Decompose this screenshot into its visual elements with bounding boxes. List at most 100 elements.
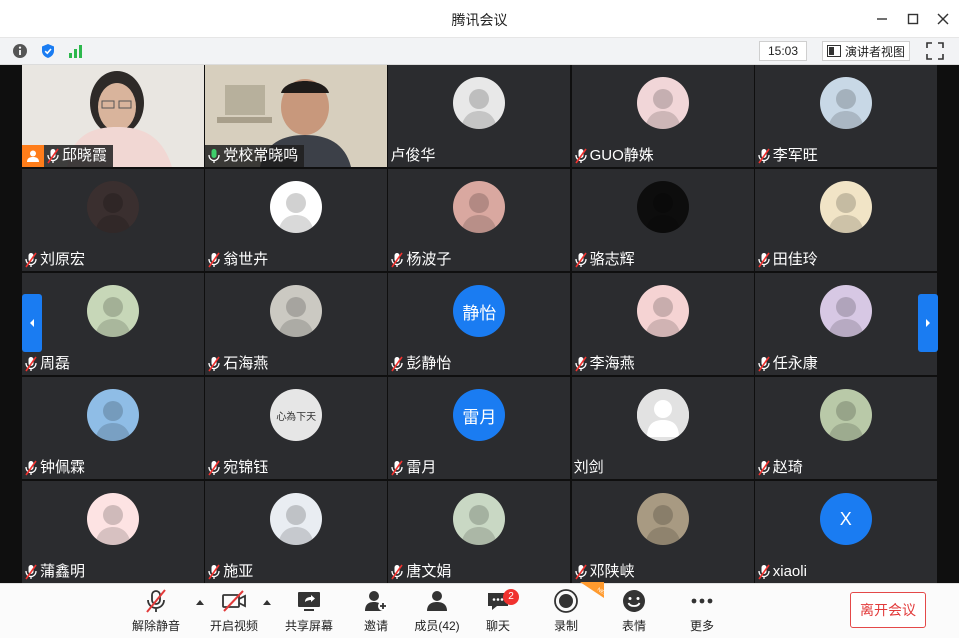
participant-tile[interactable]: 邱晓霞 xyxy=(22,65,204,167)
members-icon xyxy=(427,591,447,611)
participant-name: 田佳玲 xyxy=(772,251,818,268)
mic-active-icon xyxy=(208,149,220,163)
invite-user-icon xyxy=(365,591,388,611)
participant-tile[interactable]: 邓陕峡 xyxy=(571,481,754,583)
participant-tile[interactable]: 蒲鑫明 xyxy=(22,481,204,583)
participant-tile[interactable]: GUO静姝 xyxy=(571,65,754,167)
more-label: 更多 xyxy=(689,619,714,633)
participant-name-bar: 田佳玲 xyxy=(755,249,824,271)
participant-tile[interactable]: Xxiaoli xyxy=(754,481,937,583)
participant-tile[interactable]: 杨波子 xyxy=(388,169,571,271)
participant-profile-picture xyxy=(636,493,689,545)
more-button[interactable]: 更多 xyxy=(672,588,732,636)
participant-tile[interactable]: 刘原宏 xyxy=(22,169,204,271)
participant-tile[interactable]: 骆志辉 xyxy=(571,169,754,271)
prev-page-button[interactable] xyxy=(22,294,42,352)
participant-tile[interactable]: 李海燕 xyxy=(571,273,754,375)
participant-tile[interactable]: 党校常晓鸣 xyxy=(205,65,388,167)
host-badge-icon xyxy=(22,145,44,167)
participant-name-bar: 刘原宏 xyxy=(22,249,91,271)
participant-name: 施亚 xyxy=(223,563,254,580)
participant-tile[interactable]: 唐文娟 xyxy=(388,481,571,583)
participant-tile[interactable]: 翁世卉 xyxy=(205,169,388,271)
participant-name: 刘原宏 xyxy=(40,251,86,268)
chevron-left-icon xyxy=(30,319,34,327)
fullscreen-icon[interactable] xyxy=(926,42,944,60)
participant-name-bar: 卢俊华 xyxy=(388,145,441,167)
mic-muted-icon xyxy=(208,356,220,372)
participant-tile[interactable]: 刘剑 xyxy=(571,377,754,479)
reactions-label: 表情 xyxy=(621,619,646,633)
more-dots-icon xyxy=(691,598,713,604)
participant-name: 宛锦钰 xyxy=(223,459,269,476)
participant-profile-picture xyxy=(453,77,506,129)
participant-tile[interactable]: 施亚 xyxy=(205,481,388,583)
participant-name-bar: 宛锦钰 xyxy=(205,457,274,479)
share-screen-button[interactable]: 共享屏幕 xyxy=(279,588,339,636)
participant-name-bar: 刘剑 xyxy=(572,457,610,479)
share-screen-label: 共享屏幕 xyxy=(284,619,333,633)
participant-name-bar: 彭静怡 xyxy=(388,353,457,375)
mic-muted-icon xyxy=(25,460,37,476)
participant-tile[interactable]: 钟佩霖 xyxy=(22,377,204,479)
reactions-button[interactable]: 表情 xyxy=(604,588,664,636)
invite-label: 邀请 xyxy=(363,619,388,633)
participant-tile[interactable]: 卢俊华 xyxy=(388,65,571,167)
participant-profile-picture xyxy=(270,285,323,337)
participant-name: 彭静怡 xyxy=(406,355,452,372)
chat-button[interactable]: 2 聊天 xyxy=(468,588,528,636)
participant-profile-picture xyxy=(636,77,689,129)
participant-tile[interactable]: 心為下天 宛锦钰 xyxy=(205,377,388,479)
bottom-toolbar: 解除静音 开启视频 共享屏幕 邀请 成员(42) 2 聊天 录制 NEW 表情 … xyxy=(0,582,959,638)
participant-tile[interactable]: 田佳玲 xyxy=(754,169,937,271)
minimize-button[interactable] xyxy=(871,8,893,30)
participant-name-bar: 任永康 xyxy=(755,353,824,375)
mic-muted-icon xyxy=(208,252,220,268)
close-button[interactable] xyxy=(932,8,954,30)
speaker-view-label: 演讲者视图 xyxy=(845,44,906,59)
speaker-view-button[interactable]: 演讲者视图 xyxy=(822,41,910,61)
members-button[interactable]: 成员(42) xyxy=(407,588,467,636)
unmute-button[interactable]: 解除静音 xyxy=(126,588,186,636)
participant-name: 党校常晓鸣 xyxy=(223,147,299,164)
participant-profile-picture xyxy=(819,389,872,441)
mic-muted-icon xyxy=(758,252,770,268)
participant-name-bar: 唐文娟 xyxy=(388,561,457,583)
mic-muted-icon xyxy=(574,356,587,372)
signal-strength-icon[interactable] xyxy=(68,43,84,59)
maximize-button[interactable] xyxy=(902,8,924,30)
mic-muted-icon xyxy=(391,460,404,476)
info-icon[interactable] xyxy=(12,43,28,59)
participant-name: 杨波子 xyxy=(406,251,452,268)
next-page-button[interactable] xyxy=(918,294,938,352)
video-options-caret-icon[interactable] xyxy=(262,598,272,606)
mic-muted-icon xyxy=(391,252,404,268)
mic-muted-icon xyxy=(574,148,587,164)
mic-muted-icon xyxy=(758,148,770,164)
start-video-button[interactable]: 开启视频 xyxy=(204,588,264,636)
participant-name-bar: 赵琦 xyxy=(755,457,809,479)
participant-tile[interactable]: 任永康 xyxy=(754,273,937,375)
participant-tile[interactable]: 李军旺 xyxy=(754,65,937,167)
default-user-avatar-icon xyxy=(636,389,689,441)
participant-tile[interactable]: 周磊 xyxy=(22,273,204,375)
participant-name-bar: 石海燕 xyxy=(205,353,274,375)
mic-muted-icon xyxy=(25,252,37,268)
participant-name: 李军旺 xyxy=(772,147,818,164)
participant-initials-avatar: 雷月 xyxy=(453,389,506,441)
leave-meeting-button[interactable]: 离开会议 xyxy=(850,592,926,628)
participant-tile[interactable]: 石海燕 xyxy=(205,273,388,375)
participant-name-bar: GUO静姝 xyxy=(572,145,660,167)
participant-initials-avatar: X xyxy=(819,493,872,545)
participant-tile[interactable]: 静怡 彭静怡 xyxy=(388,273,571,375)
participant-profile-picture xyxy=(636,181,689,233)
security-shield-icon[interactable] xyxy=(40,43,56,59)
participant-name: 任永康 xyxy=(772,355,818,372)
share-screen-icon xyxy=(298,592,320,611)
participant-name: 石海燕 xyxy=(223,355,269,372)
invite-button[interactable]: 邀请 xyxy=(346,588,406,636)
participant-tile[interactable]: 赵琦 xyxy=(754,377,937,479)
participant-tile[interactable]: 雷月 雷月 xyxy=(388,377,571,479)
participant-name-bar: xiaoli xyxy=(755,561,813,583)
participant-name: 周磊 xyxy=(40,355,71,372)
